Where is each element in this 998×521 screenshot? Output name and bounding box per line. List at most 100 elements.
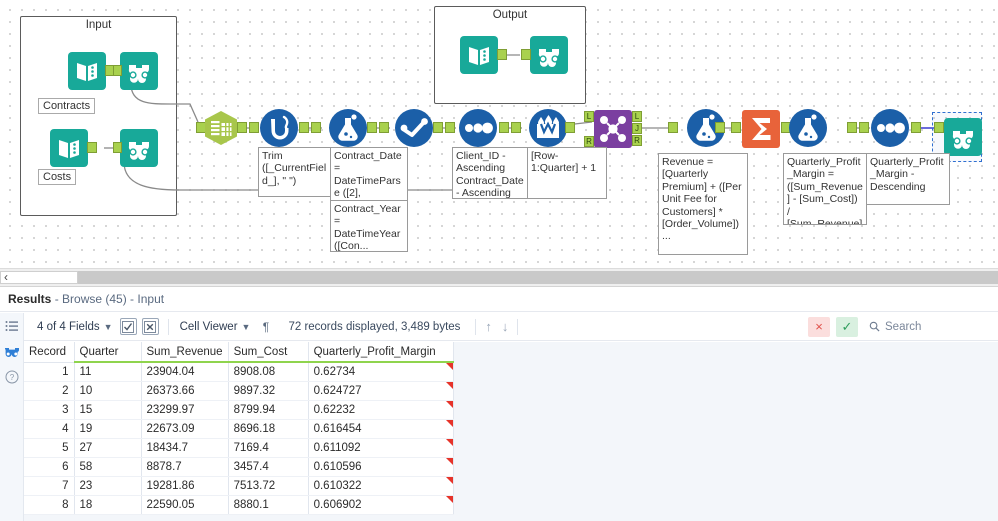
tool-multi-row-formula[interactable] xyxy=(528,108,568,148)
port-output[interactable] xyxy=(299,122,309,133)
annotation-multi-row-formula: [Row-1:Quarter] + 1 xyxy=(527,147,607,199)
tool-browse-final[interactable] xyxy=(944,118,982,156)
results-grid[interactable]: Record Quarter Sum_Revenue Sum_Cost Quar… xyxy=(24,342,998,521)
tool-data-cleansing[interactable] xyxy=(259,108,299,148)
join-out-left[interactable]: L xyxy=(632,111,642,122)
column-header-sum-cost[interactable]: Sum_Cost xyxy=(228,342,309,363)
port-output[interactable] xyxy=(911,122,921,133)
tool-sort-1[interactable] xyxy=(458,108,498,148)
tool-summarize[interactable] xyxy=(742,110,780,148)
port-output[interactable] xyxy=(367,122,377,133)
tool-browse-contracts[interactable] xyxy=(120,52,158,90)
table-row[interactable]: 2 10 26373.66 9897.32 0.624727 xyxy=(24,381,454,401)
port-input[interactable] xyxy=(249,122,259,133)
cell-value: 0.610322 xyxy=(313,480,362,492)
help-icon[interactable]: ? xyxy=(4,369,20,385)
cell-record: 6 xyxy=(24,457,75,477)
cell-quarterly-profit-margin: 0.611092 xyxy=(308,438,454,458)
table-row[interactable]: 6 58 8878.7 3457.4 0.610596 xyxy=(24,457,454,477)
select-all-fields-button[interactable] xyxy=(119,318,137,335)
tool-label-costs: Costs xyxy=(38,169,77,185)
port-input[interactable] xyxy=(113,142,122,153)
port-input[interactable] xyxy=(511,122,521,133)
port-output[interactable] xyxy=(847,122,857,133)
port-input[interactable] xyxy=(445,122,455,133)
port-input[interactable] xyxy=(934,122,944,133)
cell-sum-cost: 3457.4 xyxy=(228,457,309,477)
port-input[interactable] xyxy=(521,49,531,60)
tool-formula-3[interactable] xyxy=(788,108,828,148)
cell-sum-cost: 8908.08 xyxy=(228,362,309,382)
workflow-canvas[interactable]: Input Output Contracts Costs L R L J R T… xyxy=(0,0,998,268)
tool-union[interactable] xyxy=(204,110,238,146)
scroll-up-button[interactable]: ↑ xyxy=(480,319,497,334)
container-input-title: Input xyxy=(85,19,112,31)
cell-value: 0.624727 xyxy=(313,385,362,397)
port-output[interactable] xyxy=(433,122,443,133)
port-output[interactable] xyxy=(87,142,97,153)
annotation-formula-2: Revenue = [Quarterly Premium] + ([Per Un… xyxy=(658,153,748,255)
list-icon[interactable] xyxy=(4,319,20,335)
column-header-quarter[interactable]: Quarter xyxy=(74,342,142,363)
tool-output-data[interactable] xyxy=(460,36,498,74)
pilcrow-icon[interactable]: ¶ xyxy=(257,318,274,335)
port-input[interactable] xyxy=(311,122,321,133)
table-row[interactable]: 1 11 23904.04 8908.08 0.62734 xyxy=(24,362,454,382)
browse-icon[interactable] xyxy=(4,344,20,360)
deselect-icon xyxy=(144,320,157,333)
tool-browse-costs[interactable] xyxy=(120,129,158,167)
cell-sum-revenue: 8878.7 xyxy=(141,457,229,477)
port-input[interactable] xyxy=(731,122,741,133)
cell-sum-revenue: 26373.66 xyxy=(141,381,229,401)
search-icon xyxy=(869,321,880,332)
cell-quarter: 58 xyxy=(74,457,142,477)
cell-quarterly-profit-margin: 0.62734 xyxy=(308,362,454,382)
port-input[interactable] xyxy=(859,122,869,133)
port-output[interactable] xyxy=(565,122,575,133)
table-row[interactable]: 7 23 19281.86 7513.72 0.610322 xyxy=(24,476,454,496)
cell-quarterly-profit-margin: 0.624727 xyxy=(308,381,454,401)
annotation-sort-2: Quarterly_Profit_Margin - Descending xyxy=(866,153,950,205)
canvas-horizontal-scrollbar[interactable]: ‹ xyxy=(0,268,998,286)
tool-formula-1[interactable] xyxy=(328,108,368,148)
port-output[interactable] xyxy=(497,49,507,60)
port-input[interactable] xyxy=(668,122,678,133)
tool-browse-output[interactable] xyxy=(530,36,568,74)
column-header-quarterly-profit-margin[interactable]: Quarterly_Profit_Margin xyxy=(308,342,454,363)
cell-record: 8 xyxy=(24,495,75,515)
container-input[interactable]: Input xyxy=(20,16,177,216)
table-row[interactable]: 4 19 22673.09 8696.18 0.616454 xyxy=(24,419,454,439)
deselect-all-fields-button[interactable] xyxy=(141,318,159,335)
port-input[interactable] xyxy=(379,122,389,133)
join-out-join[interactable]: J xyxy=(632,123,642,134)
scrollbar-thumb[interactable] xyxy=(0,271,78,284)
cancel-button[interactable]: × xyxy=(808,316,830,337)
tool-join[interactable] xyxy=(594,110,632,148)
port-output[interactable] xyxy=(499,122,509,133)
column-header-sum-revenue[interactable]: Sum_Revenue xyxy=(141,342,229,363)
confirm-button[interactable]: ✓ xyxy=(836,316,858,337)
table-row[interactable]: 5 27 18434.7 7169.4 0.611092 xyxy=(24,438,454,458)
port-output[interactable] xyxy=(715,122,725,133)
scroll-down-button[interactable]: ↓ xyxy=(497,319,514,334)
tool-input-data-costs[interactable] xyxy=(50,129,88,167)
table-row[interactable]: 3 15 23299.97 8799.94 0.62232 xyxy=(24,400,454,420)
annotation-formula-3: Quarterly_Profit_Margin = ([Sum_Revenue]… xyxy=(783,153,867,225)
fields-selector[interactable]: 4 of 4 Fields ▼ xyxy=(30,313,120,341)
port-input[interactable] xyxy=(113,65,122,76)
tool-sort-2[interactable] xyxy=(870,108,910,148)
view-mode-selector[interactable]: Cell Viewer ▼ xyxy=(173,313,258,341)
cell-value: 0.62232 xyxy=(313,404,356,416)
join-out-right[interactable]: R xyxy=(632,135,642,146)
collapse-chevron-icon[interactable]: ‹ xyxy=(4,270,8,284)
annotation-formula-1b: Contract_Year = DateTimeYear ([Con... xyxy=(330,200,408,252)
search-input[interactable]: Search xyxy=(864,317,992,337)
tool-input-data-contracts[interactable] xyxy=(68,52,106,90)
join-port-right[interactable]: R xyxy=(584,136,594,147)
join-port-left[interactable]: L xyxy=(584,111,594,122)
column-header-record[interactable]: Record xyxy=(24,342,75,363)
port-output[interactable] xyxy=(237,122,247,133)
scrollbar-track[interactable] xyxy=(78,271,998,284)
table-row[interactable]: 8 18 22590.05 8880.1 0.606902 xyxy=(24,495,454,515)
tool-select[interactable] xyxy=(394,108,434,148)
